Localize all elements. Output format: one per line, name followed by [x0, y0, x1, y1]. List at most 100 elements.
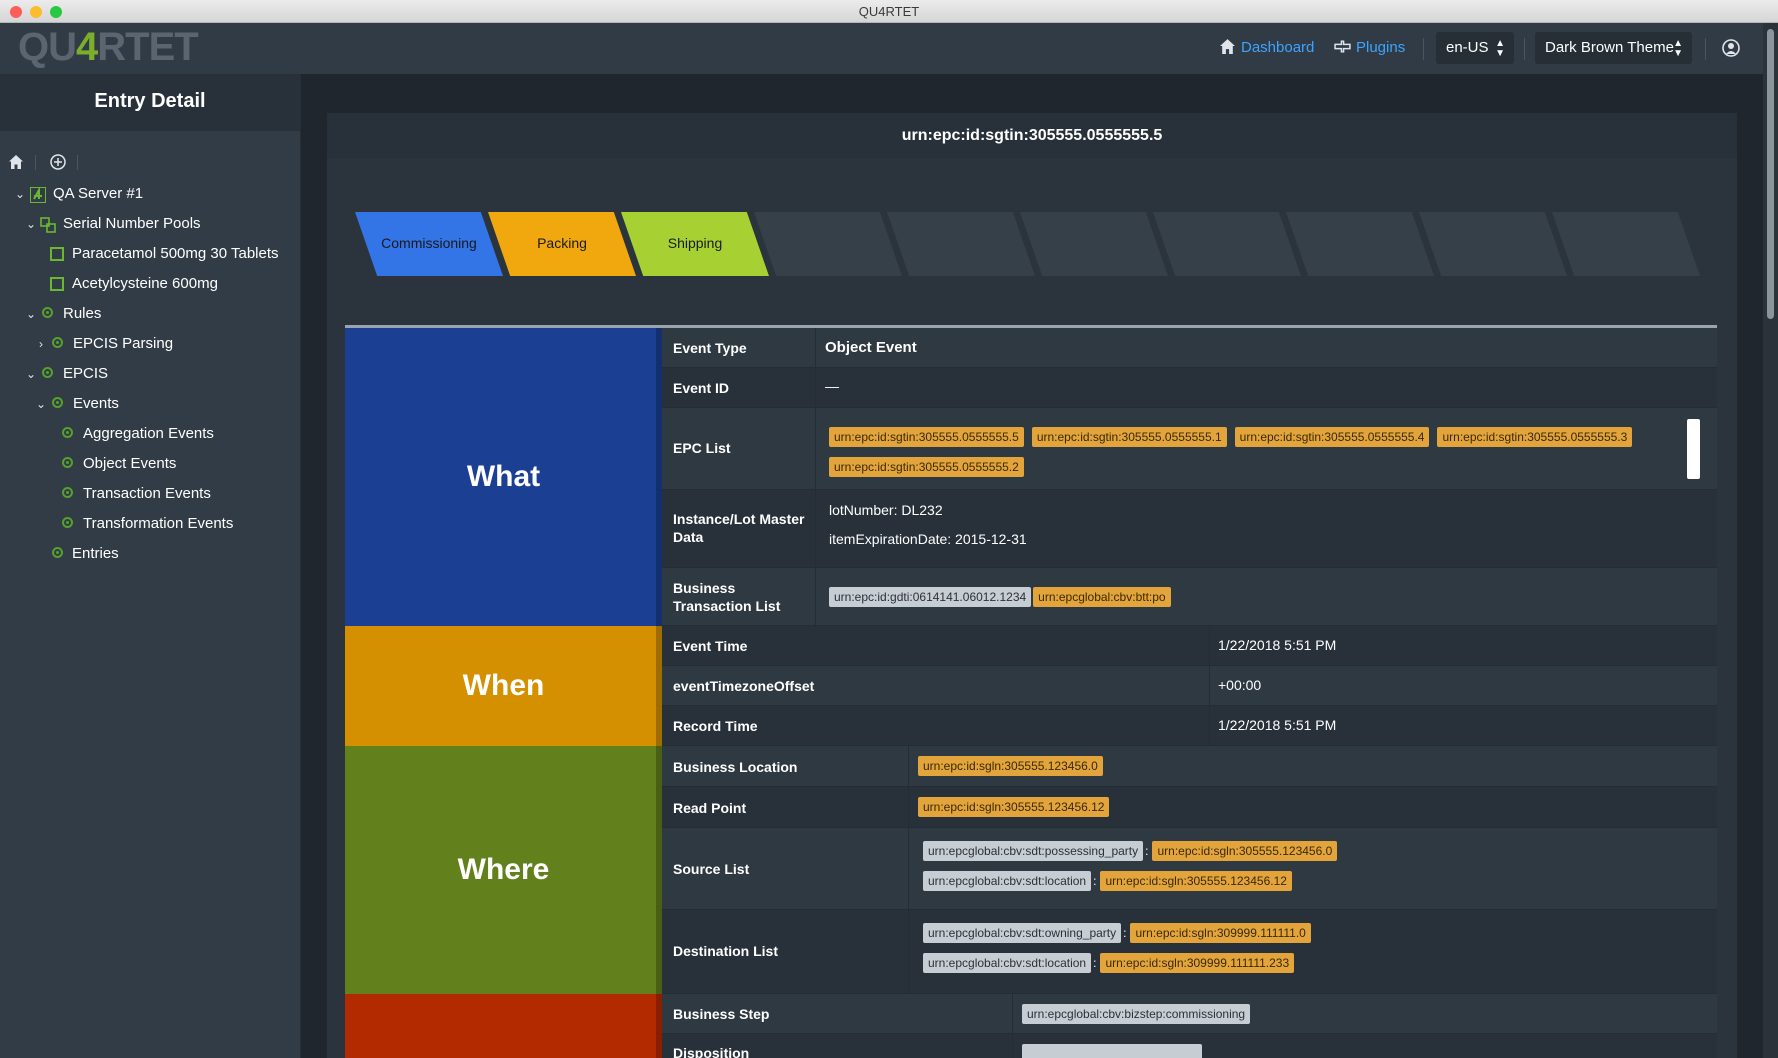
destination-list-row: Destination List urn:epcglobal:cbv:sdt:o…: [662, 910, 1717, 994]
event-timeline: Commissioning Packing Shipping: [355, 212, 1700, 276]
row-label: Business Step: [673, 1006, 770, 1022]
column-divider: [1209, 706, 1210, 745]
dashboard-link[interactable]: Dashboard: [1220, 39, 1315, 56]
destination-value-tag: urn:epc:id:sgln:309999.111111.233: [1100, 953, 1295, 973]
source-value-tag: urn:epc:id:sgln:305555.123456.0: [1152, 841, 1338, 861]
timeline-step[interactable]: [1419, 212, 1567, 276]
transaction-id-tag: urn:epc:id:gdti:0614141.06012.1234: [829, 587, 1032, 607]
chevron-down-icon: ⌄: [14, 187, 26, 201]
business-transaction-tags: urn:epc:id:gdti:0614141.06012.1234 urn:ep…: [829, 587, 1179, 607]
epc-tag: urn:epc:id:sgtin:305555.0555555.5: [829, 427, 1024, 447]
timeline-step[interactable]: Packing: [488, 212, 636, 276]
timeline-step-label: Packing: [537, 235, 587, 251]
row-label: Destination List: [673, 943, 779, 959]
dashboard-label: Dashboard: [1241, 39, 1315, 56]
row-label: Record Time: [673, 718, 758, 734]
node-ring-icon: [52, 397, 63, 408]
row-label: Event ID: [673, 380, 730, 396]
column-divider: [908, 910, 909, 993]
tree-label: EPCIS Parsing: [73, 335, 174, 352]
destination-type-tag: urn:epcglobal:cbv:sdt:location: [923, 953, 1092, 973]
tree-item-rules[interactable]: ⌄ Rules: [24, 303, 284, 325]
plugin-icon: [1334, 40, 1351, 53]
event-time-row: Event Time 1/22/2018 5:51 PM: [662, 626, 1717, 666]
pools-icon: [40, 217, 56, 233]
epc-tag-list: urn:epc:id:sgtin:305555.0555555.5 urn:epc…: [829, 422, 1679, 482]
tree-label: QA Server #1: [53, 185, 144, 202]
theme-select[interactable]: Dark Brown Theme ▲ ▼: [1535, 32, 1692, 64]
what-block: What: [345, 328, 662, 626]
timeline-step[interactable]: [887, 212, 1035, 276]
language-select[interactable]: en-US ▲ ▼: [1436, 32, 1514, 64]
tree-label: Entries: [72, 545, 119, 562]
node-ring-icon: [62, 457, 73, 468]
tree-label: Rules: [63, 305, 102, 322]
epc-list-scrollbar[interactable]: [1687, 419, 1700, 479]
column-divider: [815, 408, 816, 489]
row-label: eventTimezoneOffset: [673, 678, 815, 694]
sidebar: Entry Detail ⌄ QA Server #1 ⌄ Serial Num…: [0, 74, 301, 1058]
event-id-value: —: [825, 378, 839, 394]
row-label: Business Location: [673, 759, 798, 775]
header-divider: [1705, 38, 1706, 60]
column-divider: [815, 328, 816, 367]
chevron-down-icon: ⌄: [25, 217, 37, 231]
tree-item-server[interactable]: ⌄ QA Server #1: [13, 183, 283, 205]
where-block: Where: [345, 746, 662, 994]
row-label: Event Type: [673, 340, 747, 356]
timeline-step[interactable]: [1552, 212, 1700, 276]
row-label: EPC List: [673, 440, 731, 456]
sidebar-title: Entry Detail: [0, 74, 300, 131]
tree-item-epcis-parsing[interactable]: › EPCIS Parsing: [34, 333, 284, 355]
timeline-step[interactable]: [1020, 212, 1168, 276]
column-divider: [1012, 1034, 1013, 1058]
header-divider: [1423, 38, 1424, 60]
tree-item-events[interactable]: ⌄ Events: [34, 393, 284, 415]
timeline-step[interactable]: [1286, 212, 1434, 276]
source-entry: urn:epcglobal:cbv:sdt:location: urn:epc:i…: [923, 871, 1300, 891]
app-header: QU4RTET Dashboard Plugins en-US ▲ ▼ Dark …: [0, 23, 1778, 74]
timezone-offset-value: +00:00: [1218, 677, 1262, 693]
tree-item-serial-number-pools[interactable]: ⌄ Serial Number Pools: [24, 213, 284, 235]
pool-square-icon: [50, 247, 64, 261]
timeline-step[interactable]: [1153, 212, 1301, 276]
app-logo[interactable]: QU4RTET: [18, 27, 199, 67]
window-scrollbar[interactable]: [1763, 23, 1778, 1058]
add-circle-icon[interactable]: [50, 154, 66, 170]
tree-item-aggregation-events[interactable]: Aggregation Events: [62, 423, 292, 445]
user-icon[interactable]: [1722, 39, 1740, 57]
tree-item-pool-acetylcysteine[interactable]: Acetylcysteine 600mg: [50, 273, 300, 295]
event-time-value: 1/22/2018 5:51 PM: [1218, 637, 1337, 653]
tree-item-entries[interactable]: Entries: [52, 543, 292, 565]
timeline-step[interactable]: [754, 212, 902, 276]
timeline-step[interactable]: Commissioning: [355, 212, 503, 276]
read-point-row: Read Point urn:epc:id:sgln:305555.123456…: [662, 787, 1717, 828]
tree-item-transformation-events[interactable]: Transformation Events: [62, 513, 292, 535]
tree-label: Acetylcysteine 600mg: [72, 275, 218, 292]
select-arrows-icon: ▲ ▼: [1673, 38, 1683, 59]
source-entry: urn:epcglobal:cbv:sdt:possessing_party: u…: [923, 841, 1345, 861]
column-divider: [1012, 994, 1013, 1033]
tree-item-pool-paracetamol[interactable]: Paracetamol 500mg 30 Tablets: [50, 243, 300, 265]
node-ring-icon: [52, 547, 63, 558]
column-divider: [1209, 626, 1210, 665]
event-type-value: Object Event: [825, 339, 917, 356]
tree-item-epcis[interactable]: ⌄ EPCIS: [24, 363, 284, 385]
home-icon[interactable]: [8, 154, 24, 170]
column-divider: [1209, 666, 1210, 705]
timeline-step[interactable]: Shipping: [621, 212, 769, 276]
chevron-down-icon: ⌄: [25, 307, 37, 321]
tree-label: EPCIS: [63, 365, 109, 382]
chevron-right-icon: ›: [39, 337, 43, 351]
tree-item-transaction-events[interactable]: Transaction Events: [62, 483, 292, 505]
epc-tag: urn:epc:id:sgtin:305555.0555555.2: [829, 457, 1024, 477]
chevron-down-icon: ⌄: [25, 367, 37, 381]
plugins-link[interactable]: Plugins: [1334, 39, 1405, 56]
epc-list-row: EPC List urn:epc:id:sgtin:305555.0555555…: [662, 408, 1717, 490]
tree-label: Object Events: [83, 455, 177, 472]
tree-item-object-events[interactable]: Object Events: [62, 453, 292, 475]
pool-square-icon: [50, 277, 64, 291]
source-type-tag: urn:epcglobal:cbv:sdt:location: [923, 871, 1092, 891]
scrollbar-thumb[interactable]: [1767, 29, 1774, 319]
event-detail-grid: What When Where Event Type Object Event …: [345, 325, 1717, 1058]
